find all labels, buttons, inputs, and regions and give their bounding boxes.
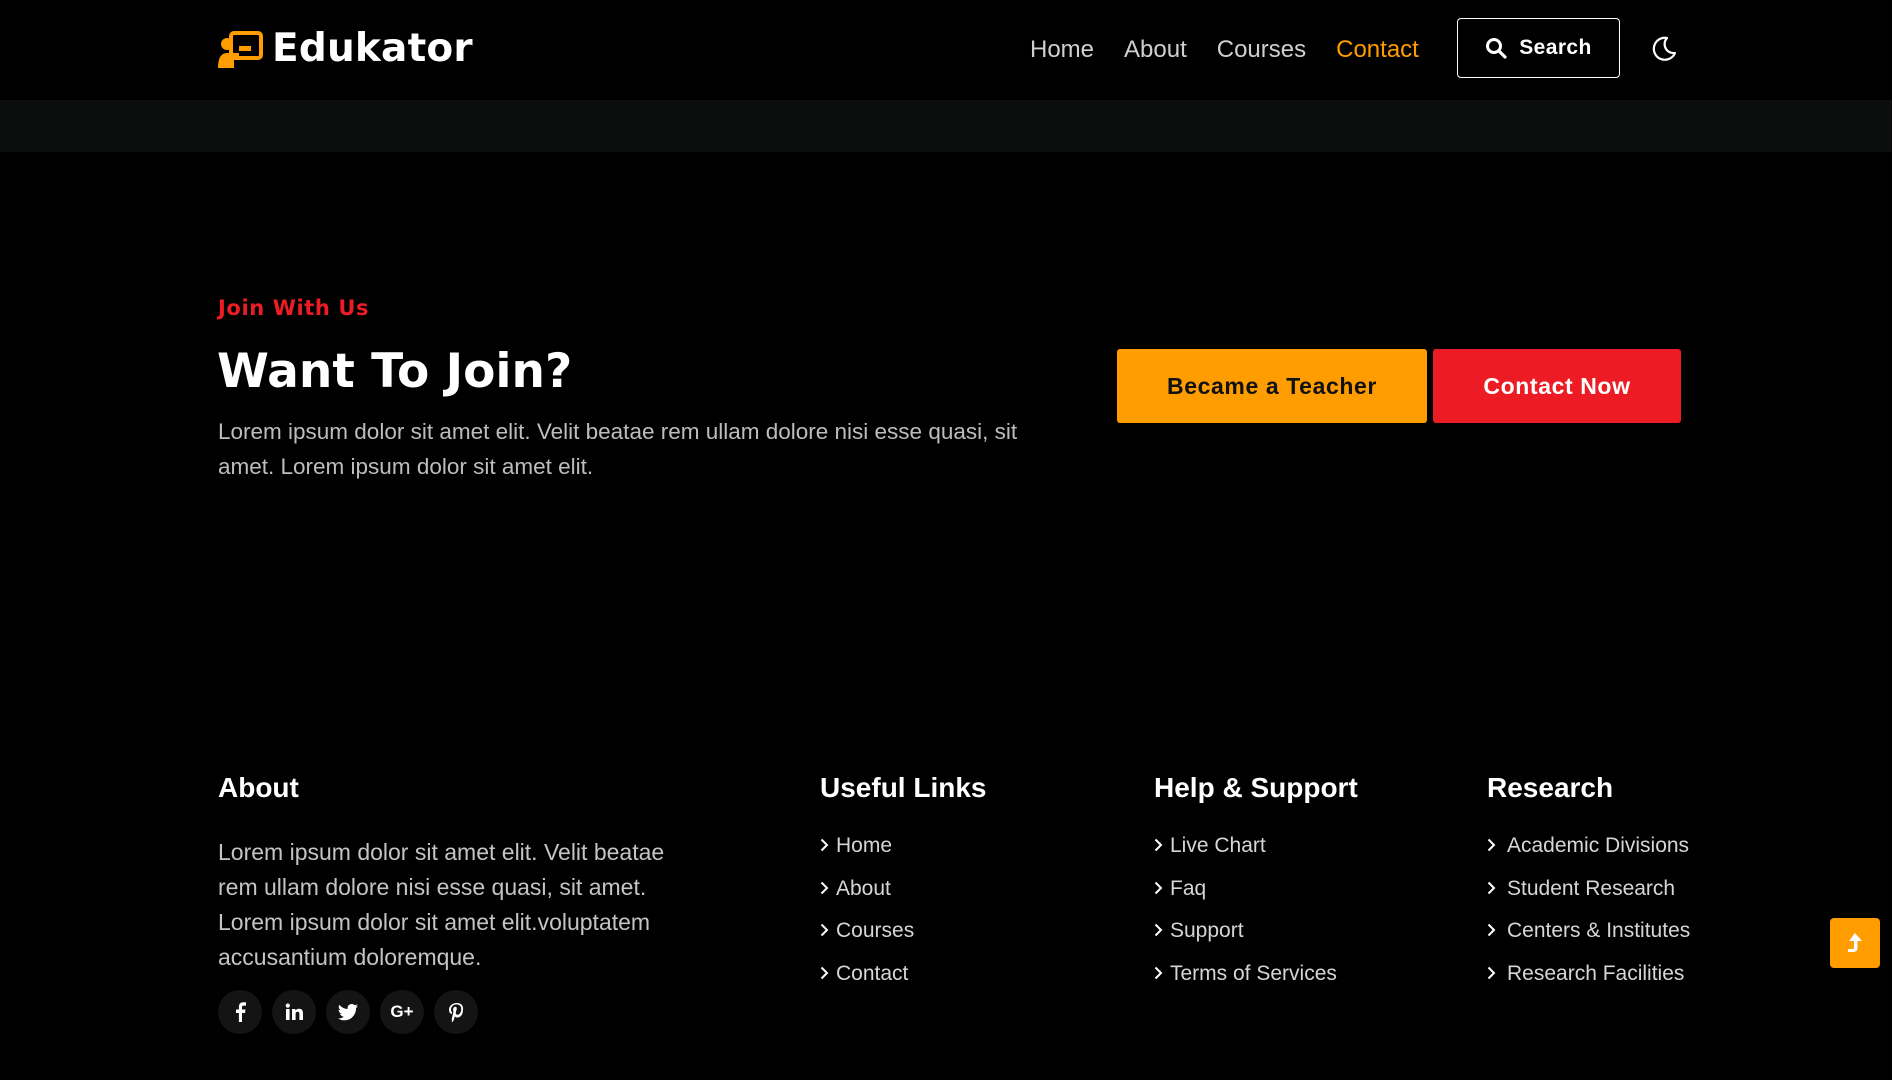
chevron-right-icon [820, 834, 836, 856]
footer-about-text: Lorem ipsum dolor sit amet elit. Velit b… [218, 839, 665, 970]
brand-name: Edukator [272, 26, 473, 71]
footer-link-label: Courses [836, 919, 915, 942]
chevron-right-icon [1487, 962, 1507, 984]
brand-logo[interactable]: Edukator [217, 26, 473, 71]
nav-about[interactable]: About [1124, 36, 1187, 64]
footer-useful-links-heading: Useful Links [820, 772, 987, 803]
twitter-icon[interactable] [326, 990, 370, 1034]
footer-link-home[interactable]: Home [820, 834, 914, 877]
footer-link-support[interactable]: Support [1154, 919, 1337, 962]
footer-link-research-facilities[interactable]: Research Facilities [1487, 962, 1690, 1005]
become-teacher-button[interactable]: Became a Teacher [1117, 349, 1427, 423]
moon-icon[interactable] [1648, 34, 1678, 64]
footer-link-label: Contact [836, 961, 909, 985]
footer-link-about[interactable]: About [820, 877, 914, 920]
google-plus-icon[interactable]: G+ [380, 990, 424, 1034]
teacher-board-icon [217, 28, 263, 70]
footer-link-student-research[interactable]: Student Research [1487, 877, 1690, 920]
footer-link-faq[interactable]: Faq [1154, 877, 1337, 920]
chevron-right-icon [1487, 919, 1507, 941]
search-icon [1486, 38, 1507, 59]
pinterest-icon[interactable] [434, 990, 478, 1034]
chevron-right-icon [820, 919, 836, 941]
nav-home[interactable]: Home [1030, 36, 1094, 64]
chevron-right-icon [1487, 877, 1507, 899]
search-label: Search [1519, 36, 1592, 59]
footer-link-label: Live Chart [1170, 834, 1266, 857]
footer-link-label: Support [1170, 919, 1244, 942]
help-support-list: Live Chart Faq Support Terms of Services [1154, 834, 1337, 1004]
sub-header-bar [0, 100, 1892, 152]
footer-link-courses[interactable]: Courses [820, 919, 914, 962]
footer-link-label: About [836, 876, 891, 900]
footer-link-label: Terms of Services [1170, 961, 1337, 985]
footer-link-contact[interactable]: Contact [820, 962, 914, 1005]
chevron-right-icon [1154, 834, 1170, 856]
footer-help-support-heading: Help & Support [1154, 772, 1358, 803]
join-title: Want To Join? [217, 344, 573, 399]
footer-link-label: Centers & Institutes [1507, 919, 1691, 942]
nav-contact[interactable]: Contact [1336, 36, 1419, 64]
join-kicker: Join With Us [218, 296, 370, 320]
search-button[interactable]: Search [1457, 18, 1620, 78]
footer-about-heading: About [218, 772, 299, 803]
footer-link-label: Research Facilities [1507, 961, 1685, 985]
footer-research-heading: Research [1487, 772, 1614, 803]
chevron-right-icon [1154, 877, 1170, 899]
main-nav: Home About Courses Contact [1030, 36, 1449, 64]
footer-link-label: Academic Divisions [1507, 834, 1690, 857]
join-description: Lorem ipsum dolor sit amet elit. Velit b… [218, 419, 1018, 479]
contact-now-button[interactable]: Contact Now [1433, 349, 1681, 423]
chevron-right-icon [820, 962, 836, 984]
back-to-top-button[interactable] [1830, 918, 1880, 968]
footer-link-label: Home [836, 834, 893, 857]
chevron-right-icon [1487, 834, 1507, 856]
footer-link-centers-institutes[interactable]: Centers & Institutes [1487, 919, 1690, 962]
chevron-right-icon [820, 877, 836, 899]
footer-link-academic-divisions[interactable]: Academic Divisions [1487, 834, 1690, 877]
chevron-right-icon [1154, 919, 1170, 941]
footer-link-terms[interactable]: Terms of Services [1154, 962, 1337, 1005]
footer-link-label: Faq [1170, 876, 1207, 900]
useful-links-list: Home About Courses Contact [820, 834, 914, 1004]
chevron-right-icon [1154, 962, 1170, 984]
facebook-icon[interactable] [218, 990, 262, 1034]
linkedin-icon[interactable] [272, 990, 316, 1034]
social-links: G+ [218, 990, 488, 1034]
research-list: Academic Divisions Student Research Cent… [1487, 834, 1690, 1004]
site-header: Edukator Home About Courses Contact Sear… [0, 0, 1892, 100]
footer-link-label: Student Research [1507, 876, 1676, 900]
arrow-up-icon [1848, 933, 1862, 952]
footer-link-live-chart[interactable]: Live Chart [1154, 834, 1337, 877]
nav-courses[interactable]: Courses [1217, 36, 1306, 64]
